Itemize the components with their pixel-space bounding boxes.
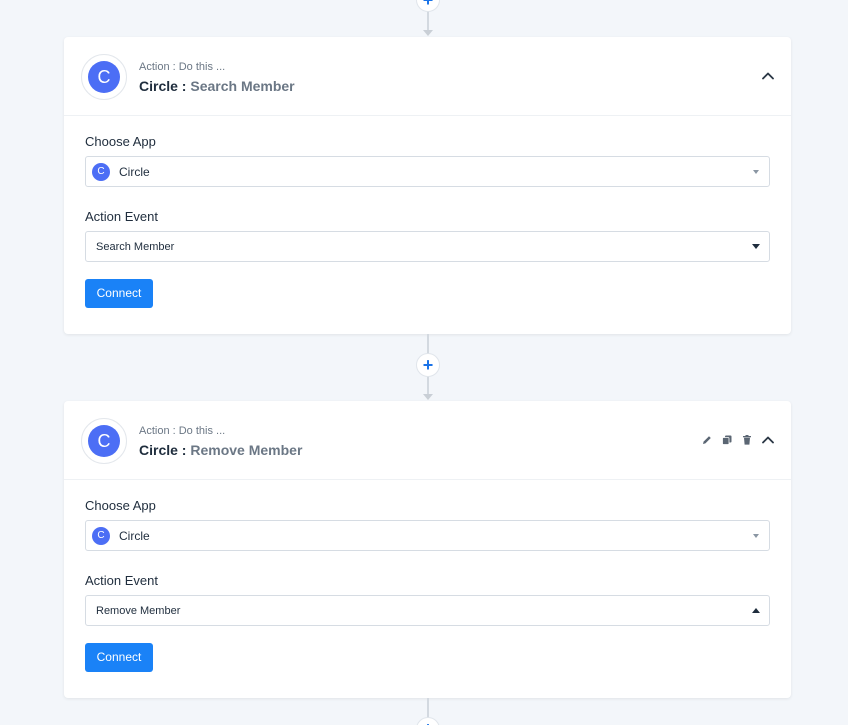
connect-button[interactable]: Connect — [85, 642, 153, 672]
trash-icon[interactable] — [741, 434, 753, 446]
add-step-button[interactable]: + — [416, 717, 440, 725]
step-app-name: Circle : — [139, 78, 187, 94]
step-app-name: Circle : — [139, 442, 187, 458]
step-title: Circle : Remove Member — [139, 442, 302, 458]
circle-app-icon: C — [88, 425, 120, 457]
add-step-button[interactable]: + — [416, 353, 440, 377]
step-card-header[interactable]: C Action : Do this ... Circle : Search M… — [64, 37, 791, 116]
arrow-down-icon — [423, 394, 433, 400]
step-event-name: Search Member — [190, 78, 295, 94]
add-step-button[interactable]: + — [416, 0, 440, 12]
action-event-select[interactable]: Search Member — [85, 231, 770, 262]
step-card-search-member: C Action : Do this ... Circle : Search M… — [64, 37, 791, 334]
action-event-label: Action Event — [85, 209, 158, 224]
caret-down-icon — [753, 170, 759, 174]
step-title: Circle : Search Member — [139, 78, 295, 94]
action-event-select[interactable]: Remove Member — [85, 595, 770, 626]
copy-icon[interactable] — [721, 434, 733, 446]
circle-app-icon: C — [92, 162, 110, 181]
step-card-body: Choose App C Circle Action Event Search … — [64, 116, 791, 308]
step-header-actions — [701, 433, 775, 447]
connect-button[interactable]: Connect — [85, 278, 153, 308]
step-card-header[interactable]: C Action : Do this ... Circle : Remove M… — [64, 401, 791, 480]
selected-event-value: Remove Member — [96, 604, 181, 617]
chevron-up-icon[interactable] — [761, 433, 775, 447]
selected-app-value: Circle — [119, 164, 150, 179]
chevron-up-icon[interactable] — [761, 69, 775, 83]
caret-up-icon — [752, 608, 760, 613]
step-event-name: Remove Member — [190, 442, 303, 458]
step-header-actions — [761, 69, 775, 83]
step-type-label: Action : Do this ... — [139, 425, 226, 437]
caret-down-icon — [752, 244, 760, 249]
action-event-label: Action Event — [85, 573, 158, 588]
arrow-down-icon — [423, 30, 433, 36]
choose-app-label: Choose App — [85, 498, 156, 513]
selected-event-value: Search Member — [96, 240, 175, 253]
app-avatar: C — [81, 418, 127, 464]
workflow-canvas: + C Action : Do this ... Circle : Search… — [0, 0, 848, 725]
app-avatar: C — [81, 54, 127, 100]
selected-app-value: Circle — [119, 528, 150, 543]
circle-app-icon: C — [88, 61, 120, 93]
choose-app-select[interactable]: C Circle — [85, 520, 770, 551]
step-card-body: Choose App C Circle Action Event Remove … — [64, 480, 791, 672]
step-type-label: Action : Do this ... — [139, 61, 226, 73]
pencil-icon[interactable] — [701, 434, 713, 446]
caret-down-icon — [753, 534, 759, 538]
choose-app-select[interactable]: C Circle — [85, 156, 770, 187]
choose-app-label: Choose App — [85, 134, 156, 149]
step-card-remove-member: C Action : Do this ... Circle : Remove M… — [64, 401, 791, 698]
circle-app-icon: C — [92, 526, 110, 545]
